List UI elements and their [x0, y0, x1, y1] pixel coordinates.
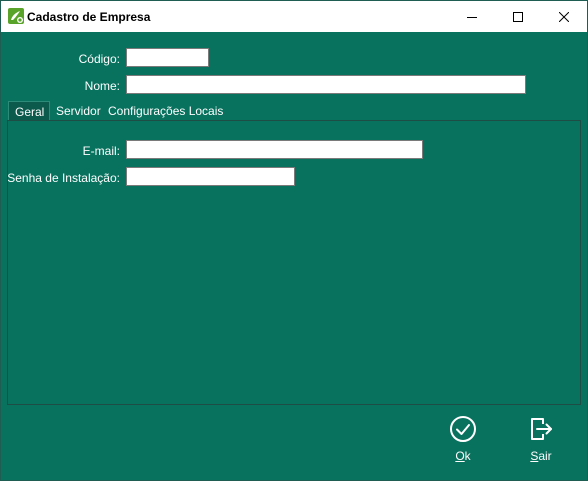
sair-label: Sair: [530, 449, 552, 463]
minimize-icon: [467, 16, 477, 18]
close-button[interactable]: [541, 1, 587, 32]
maximize-icon: [513, 11, 523, 22]
tab-servidor[interactable]: Servidor: [50, 101, 107, 121]
exit-icon: [531, 418, 552, 440]
minimize-button[interactable]: [449, 1, 495, 32]
window-title: Cadastro de Empresa: [27, 10, 151, 24]
ok-label: Ok: [455, 449, 471, 463]
email-label: E-mail:: [82, 144, 120, 158]
sair-button[interactable]: Sair: [516, 415, 566, 467]
title-bar[interactable]: Cadastro de Empresa: [1, 1, 587, 32]
check-circle-icon: [450, 416, 476, 442]
app-leaf-icon: [8, 8, 24, 24]
tab-panel-geral: [7, 120, 581, 405]
ok-button[interactable]: Ok: [438, 415, 488, 467]
close-icon: [559, 11, 569, 22]
nome-input[interactable]: [126, 75, 526, 94]
tab-geral[interactable]: Geral: [8, 101, 50, 121]
tab-configuracoes-locais[interactable]: Configurações Locais: [102, 101, 229, 121]
codigo-input[interactable]: [126, 48, 209, 67]
senha-input[interactable]: [126, 167, 295, 186]
email-input[interactable]: [126, 140, 423, 159]
nome-label: Nome:: [84, 79, 120, 93]
codigo-label: Código:: [78, 52, 120, 66]
window: Cadastro de Empresa Código: Nome: Geral …: [0, 0, 588, 481]
maximize-button[interactable]: [495, 1, 541, 32]
senha-label: Senha de Instalação:: [7, 171, 120, 185]
